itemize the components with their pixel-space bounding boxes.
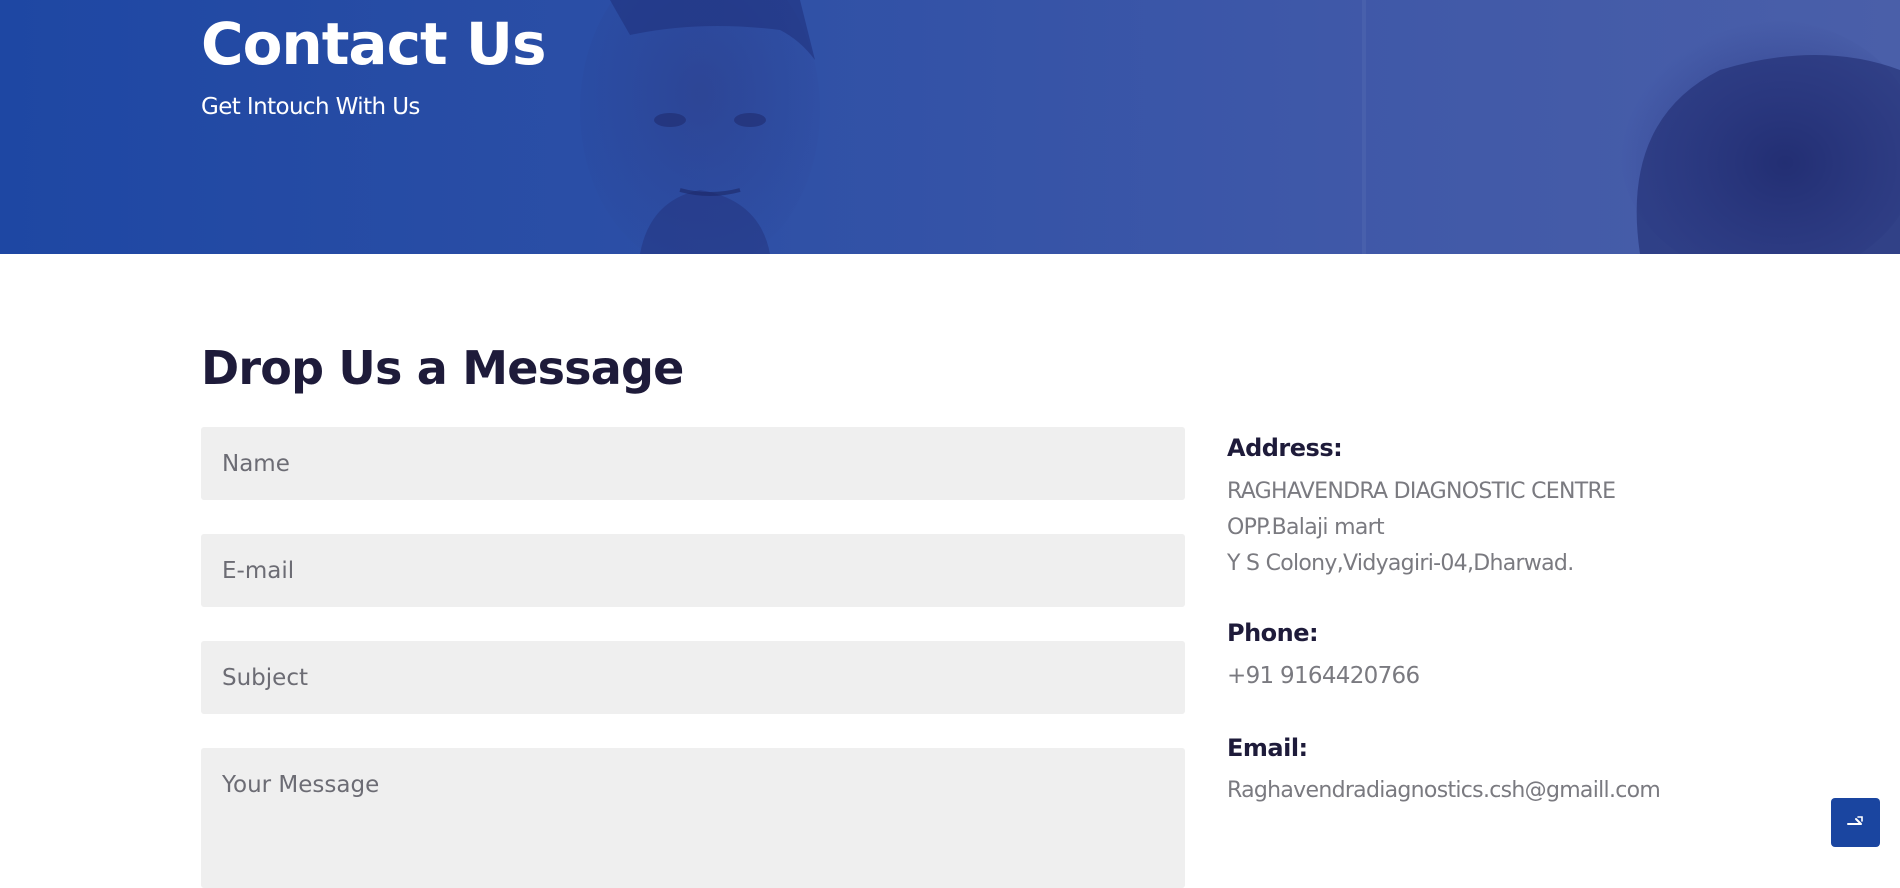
page-hero-banner: Contact Us Get Intouch With Us xyxy=(0,0,1900,254)
phone-label: Phone: xyxy=(1227,619,1319,647)
subject-input[interactable] xyxy=(201,641,1185,714)
page-subtitle: Get Intouch With Us xyxy=(201,94,420,120)
address-line-3: Y S Colony,Vidyagiri-04,Dharwad. xyxy=(1227,551,1574,576)
scroll-to-top-button[interactable] xyxy=(1831,798,1880,847)
page-title: Contact Us xyxy=(201,10,546,78)
address-line-1: RAGHAVENDRA DIAGNOSTIC CENTRE xyxy=(1227,479,1616,504)
arrow-up-icon xyxy=(1845,810,1867,835)
email-address: Raghavendradiagnostics.csh@gmaill.com xyxy=(1227,778,1661,803)
email-label: Email: xyxy=(1227,734,1308,762)
address-block: RAGHAVENDRA DIAGNOSTIC CENTRE OPP.Balaji… xyxy=(1227,474,1616,582)
address-line-2: OPP.Balaji mart xyxy=(1227,515,1385,540)
form-heading: Drop Us a Message xyxy=(201,341,684,395)
message-textarea[interactable] xyxy=(201,748,1185,888)
address-label: Address: xyxy=(1227,434,1343,462)
name-input[interactable] xyxy=(201,427,1185,500)
email-input[interactable] xyxy=(201,534,1185,607)
phone-number: +91 9164420766 xyxy=(1227,663,1420,689)
